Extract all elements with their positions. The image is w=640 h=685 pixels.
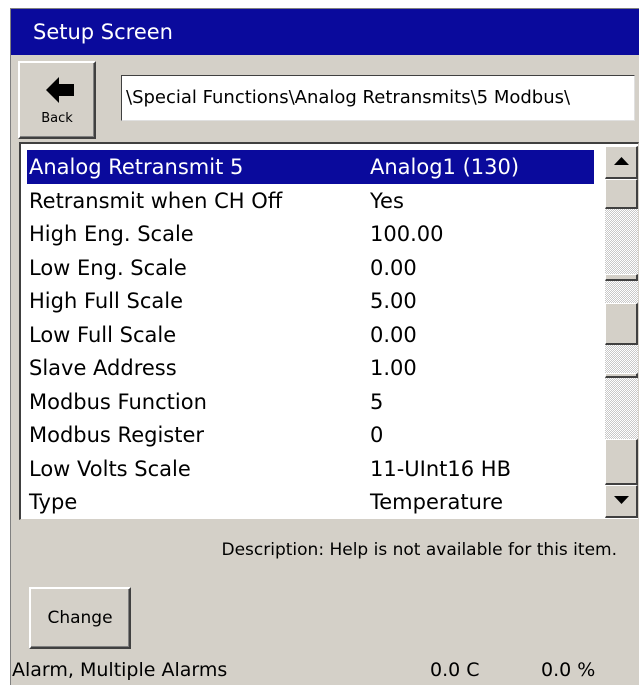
setting-row[interactable]: Low Full Scale 0.00 bbox=[27, 318, 594, 352]
setting-row[interactable]: Retransmit when CH Off Yes bbox=[27, 184, 594, 218]
back-button[interactable]: Back bbox=[18, 61, 96, 139]
arrow-left-icon bbox=[46, 77, 74, 103]
setting-name: Modbus Function bbox=[29, 389, 207, 414]
setting-value: 5 bbox=[370, 389, 384, 414]
settings-list: Analog Retransmit 5 Analog1 (130) Retransm… bbox=[19, 142, 639, 520]
scroll-thumb-top[interactable] bbox=[605, 179, 638, 209]
back-button-label: Back bbox=[41, 111, 73, 126]
setting-value: 1.00 bbox=[370, 356, 417, 380]
setting-row[interactable]: Type Temperature bbox=[27, 485, 594, 519]
percent-readout: 0.0 % bbox=[541, 659, 596, 681]
setting-row[interactable]: Low Eng. Scale 0.00 bbox=[27, 251, 594, 285]
item-description: Description: Help is not available for t… bbox=[221, 540, 618, 560]
scroll-down-button[interactable] bbox=[605, 485, 638, 518]
setting-row[interactable]: Low Volts Scale 11-UInt16 HB bbox=[27, 452, 594, 486]
alarm-status: Alarm, Multiple Alarms bbox=[12, 659, 228, 681]
setting-name: Low Volts Scale bbox=[29, 456, 191, 481]
setting-name: Analog Retransmit 5 bbox=[29, 155, 244, 179]
setting-row[interactable]: High Eng. Scale 100.00 bbox=[27, 217, 594, 251]
setting-name: Modbus Register bbox=[29, 423, 205, 447]
scroll-down-arrow-icon bbox=[614, 496, 629, 504]
setting-row[interactable]: Slave Address 1.00 bbox=[27, 351, 594, 385]
setting-row[interactable]: High Full Scale 5.00 bbox=[27, 284, 594, 318]
temperature-readout: 0.0 C bbox=[430, 659, 480, 681]
window-title: Setup Screen bbox=[11, 9, 639, 55]
setting-name: Low Eng. Scale bbox=[29, 255, 187, 280]
setting-value: 0.00 bbox=[370, 322, 417, 347]
setting-name: Slave Address bbox=[29, 356, 177, 380]
setting-row[interactable]: Modbus Function 5 bbox=[27, 385, 594, 419]
setting-row[interactable]: Modbus Register 0 bbox=[27, 418, 594, 452]
setting-row[interactable]: Analog Retransmit 5 Analog1 (130) bbox=[27, 150, 594, 184]
scroll-thumb-bottom[interactable] bbox=[605, 439, 638, 485]
setting-value: 11-UInt16 HB bbox=[370, 456, 512, 481]
setting-value: 100.00 bbox=[370, 222, 444, 246]
vertical-scrollbar[interactable] bbox=[605, 146, 638, 518]
setup-window: Setup Screen Back \Special Functions\Ana… bbox=[10, 8, 639, 685]
setting-value: 0.00 bbox=[370, 255, 417, 280]
setting-name: Type bbox=[29, 490, 78, 514]
setting-value: 0 bbox=[370, 423, 384, 447]
scroll-up-button[interactable] bbox=[605, 146, 638, 179]
setting-value: Analog1 (130) bbox=[370, 155, 520, 179]
setting-name: Low Full Scale bbox=[29, 322, 177, 347]
setting-name: Retransmit when CH Off bbox=[29, 188, 283, 213]
path-breadcrumb: \Special Functions\Analog Retransmits\5 … bbox=[121, 75, 635, 121]
scroll-thumb-segment[interactable] bbox=[605, 373, 638, 378]
scroll-up-arrow-icon bbox=[614, 157, 629, 165]
setting-name: High Full Scale bbox=[29, 289, 184, 313]
setting-value: Temperature bbox=[370, 490, 504, 514]
status-bar: Alarm, Multiple Alarms 0.0 C 0.0 % bbox=[11, 655, 639, 685]
scroll-thumb-segment[interactable] bbox=[605, 274, 638, 281]
scroll-thumb[interactable] bbox=[605, 303, 638, 345]
setting-name: High Eng. Scale bbox=[29, 222, 194, 246]
setting-value: 5.00 bbox=[370, 289, 417, 313]
change-button[interactable]: Change bbox=[29, 587, 131, 649]
setting-value: Yes bbox=[370, 188, 404, 213]
